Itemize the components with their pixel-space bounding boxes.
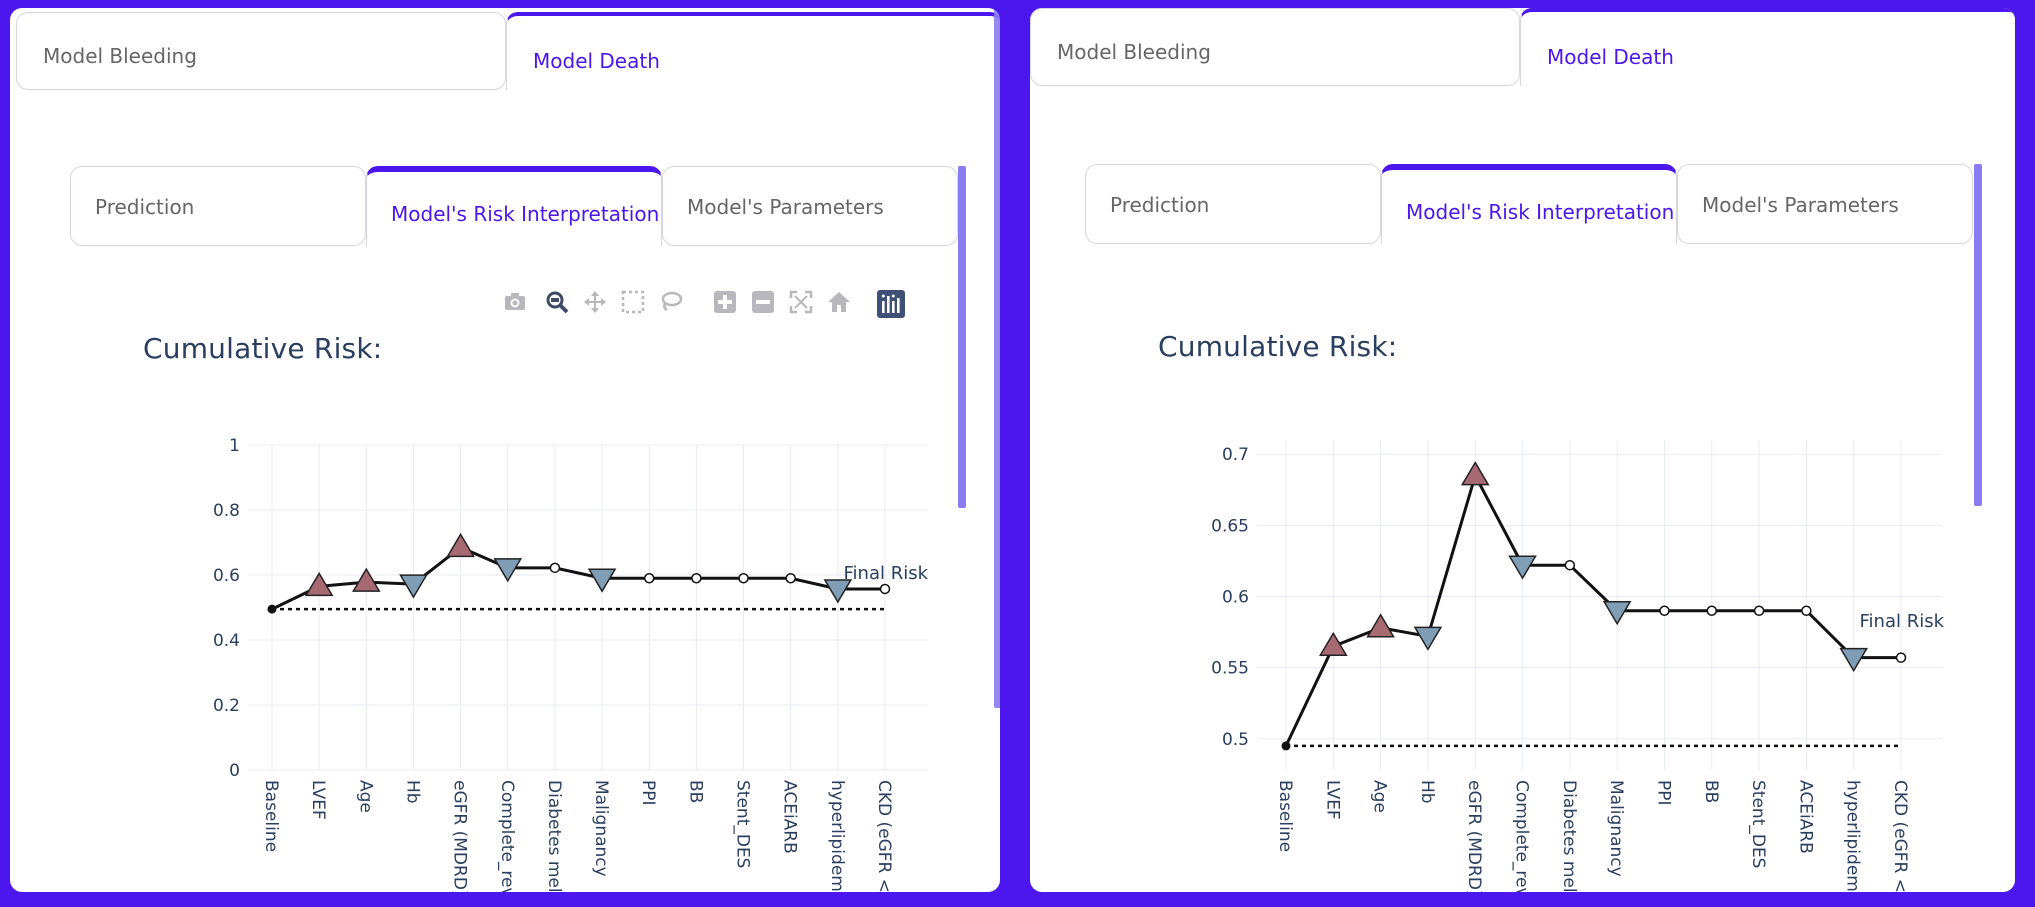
decrease-marker xyxy=(1508,555,1537,580)
cumulative-risk-chart: 0.5 0.55 0.6 0.65 0.7 Baseline LVEF Age Hb eGFR (… xyxy=(1211,440,1945,892)
decrease-marker xyxy=(1413,626,1443,651)
data-point xyxy=(691,573,702,584)
x-tick-label: BB xyxy=(1701,780,1721,803)
y-tick-label: 0.2 xyxy=(213,696,240,716)
data-point xyxy=(643,573,655,584)
y-tick-label: 0.55 xyxy=(1211,659,1249,679)
data-point xyxy=(785,573,796,584)
data-point xyxy=(1895,652,1907,663)
y-tick-label: 0.6 xyxy=(1222,588,1249,608)
baseline-point xyxy=(267,604,277,614)
x-tick-label: hyperlipidem xyxy=(827,780,847,892)
right-panel: Model Bleeding Model Death Prediction Mo… xyxy=(1030,8,2015,892)
baseline-point xyxy=(1281,741,1291,751)
x-tick-label: eGFR (MDRD) xyxy=(1464,780,1484,892)
decrease-marker xyxy=(1602,600,1632,626)
increase-marker xyxy=(1366,613,1395,638)
x-tick-label: Malignancy xyxy=(1606,780,1626,877)
data-point xyxy=(549,562,561,574)
data-point xyxy=(1564,559,1576,571)
y-tick-label: 0.8 xyxy=(213,501,240,521)
x-tick-label: Stent_DES xyxy=(1748,780,1768,868)
final-risk-annotation: Final Risk xyxy=(843,563,928,584)
x-tick-label: CKD (eGFR <6 xyxy=(874,780,894,892)
x-tick-label: Complete_rev xyxy=(497,780,517,892)
data-point xyxy=(1753,605,1765,616)
left-panel: Model Bleeding Model Death Prediction Mo… xyxy=(10,8,1000,892)
x-tick-label: Age xyxy=(355,780,375,813)
x-tick-label: Diabetes mel xyxy=(1559,780,1579,892)
x-tick-label: Baseline xyxy=(1275,780,1295,852)
y-tick-label: 0.5 xyxy=(1222,730,1249,750)
y-tick-label: 0.7 xyxy=(1222,445,1249,465)
decrease-marker xyxy=(493,558,523,583)
increase-marker xyxy=(1460,461,1490,486)
x-tick-label: CKD (eGFR <6 xyxy=(1890,780,1910,892)
x-tick-label: eGFR (MDRD) xyxy=(450,780,470,892)
y-tick-label: 0.6 xyxy=(213,566,240,586)
data-point xyxy=(1801,605,1812,616)
y-tick-label: 1 xyxy=(229,436,240,456)
y-tick-label: 0 xyxy=(229,761,240,781)
y-tick-label: 0.65 xyxy=(1211,516,1249,536)
cumulative-risk-chart: 0 0.2 0.4 0.6 0.8 1 Baseline LVEF Age Hb eGFR (MDR… xyxy=(213,436,929,892)
x-tick-label: Hb xyxy=(1417,780,1437,804)
x-tick-label: Baseline xyxy=(261,780,281,852)
x-tick-label: Complete_rev xyxy=(1512,780,1532,892)
x-tick-label: Age xyxy=(1370,780,1390,813)
data-point xyxy=(738,573,749,584)
x-tick-label: LVEF xyxy=(308,780,328,820)
decrease-marker xyxy=(587,568,617,593)
increase-marker xyxy=(351,567,381,592)
x-tick-label: Malignancy xyxy=(591,780,611,877)
x-tick-label: LVEF xyxy=(1322,780,1342,820)
y-tick-label: 0.4 xyxy=(213,631,240,651)
x-tick-label: ACEiARB xyxy=(780,780,800,854)
x-tick-label: Stent_DES xyxy=(733,780,753,868)
x-tick-label: ACEiARB xyxy=(1795,780,1815,854)
data-point xyxy=(1706,605,1718,616)
decrease-marker xyxy=(399,574,428,599)
x-tick-label: Hb xyxy=(402,780,422,804)
data-point xyxy=(1659,605,1670,616)
x-tick-label: PPI xyxy=(1653,780,1673,806)
x-tick-label: PPI xyxy=(638,780,658,806)
x-tick-label: Diabetes mel xyxy=(544,780,564,892)
data-point xyxy=(879,583,891,595)
x-tick-label: BB xyxy=(685,780,705,803)
final-risk-annotation: Final Risk xyxy=(1859,611,1944,632)
x-tick-label: hyperlipidem xyxy=(1843,780,1863,892)
increase-marker xyxy=(446,532,475,558)
